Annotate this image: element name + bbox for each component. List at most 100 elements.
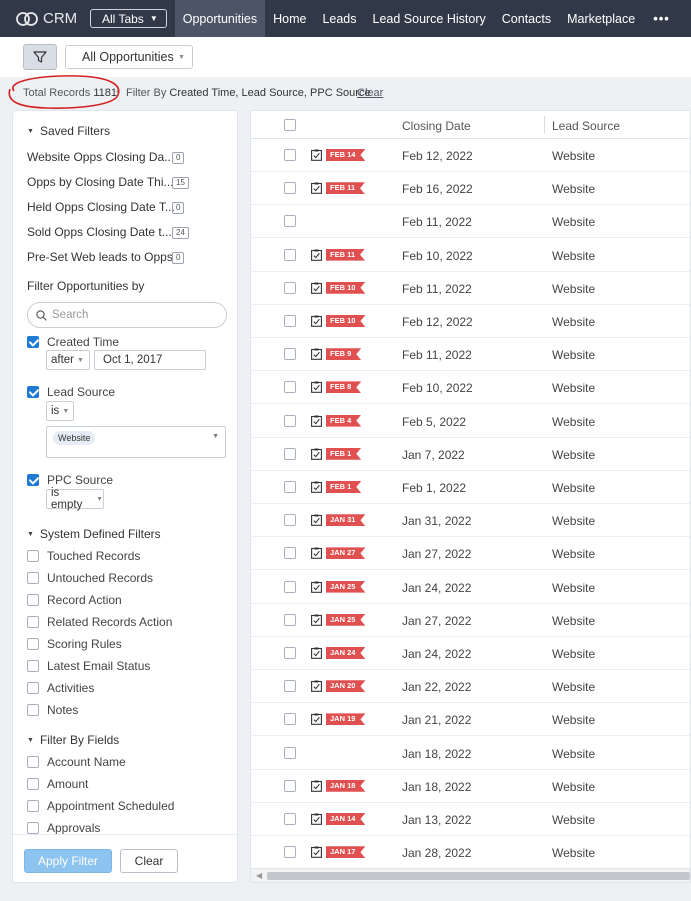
clear-button[interactable]: Clear xyxy=(120,849,178,873)
task-checklist-icon[interactable] xyxy=(311,680,322,693)
row-checkbox[interactable] xyxy=(284,149,296,161)
task-checklist-icon[interactable] xyxy=(311,249,322,261)
column-header-lead-source[interactable]: Lead Source xyxy=(552,119,620,133)
table-row[interactable]: FEB 11 Feb 10, 2022 Website xyxy=(251,239,690,272)
row-checkbox[interactable] xyxy=(284,846,296,859)
task-checklist-icon[interactable] xyxy=(311,514,322,527)
table-row[interactable]: FEB 10 Feb 11, 2022 Website xyxy=(251,272,690,305)
system-filter-checkbox[interactable] xyxy=(27,638,39,650)
field-filters-header[interactable]: ▼ Filter By Fields xyxy=(27,733,119,747)
column-header-closing-date[interactable]: Closing Date xyxy=(402,119,471,133)
task-checklist-icon[interactable] xyxy=(311,581,322,593)
row-checkbox[interactable] xyxy=(284,713,296,726)
system-filter-checkbox[interactable] xyxy=(27,594,39,606)
table-row[interactable]: FEB 10 Feb 12, 2022 Website xyxy=(251,305,690,338)
saved-filter-item[interactable]: Held Opps Closing Date T... xyxy=(27,200,175,214)
task-checklist-icon[interactable] xyxy=(311,713,322,726)
task-checklist-icon[interactable] xyxy=(311,547,322,560)
task-checklist-icon[interactable] xyxy=(311,182,322,195)
row-checkbox[interactable] xyxy=(284,580,296,593)
saved-filters-header[interactable]: ▼ Saved Filters xyxy=(27,124,110,138)
row-checkbox[interactable] xyxy=(284,746,296,759)
filter-sidebar-scroll[interactable]: ▼ Saved Filters Website Opps Closing Da.… xyxy=(13,111,237,834)
system-filter-checkbox[interactable] xyxy=(27,616,39,628)
more-tabs-icon[interactable]: ••• xyxy=(653,11,670,26)
system-filter-checkbox[interactable] xyxy=(27,572,39,584)
table-row[interactable]: Feb 11, 2022 Website xyxy=(251,205,690,239)
system-filter-checkbox[interactable] xyxy=(27,704,39,716)
row-checkbox[interactable] xyxy=(284,315,296,327)
task-checklist-icon[interactable] xyxy=(311,647,322,659)
row-checkbox[interactable] xyxy=(284,813,296,825)
row-checkbox[interactable] xyxy=(284,514,296,527)
created-time-operator[interactable]: after ▼ xyxy=(46,350,90,370)
search-input[interactable] xyxy=(52,309,212,321)
ppc-source-checkbox[interactable] xyxy=(27,474,39,486)
field-filter-checkbox[interactable] xyxy=(27,756,39,768)
task-checklist-icon[interactable] xyxy=(311,614,322,626)
saved-filter-item[interactable]: Sold Opps Closing Date t... xyxy=(27,225,172,239)
table-row[interactable]: FEB 14 Feb 12, 2022 Website xyxy=(251,139,690,172)
task-checklist-icon[interactable] xyxy=(311,780,322,792)
tab-lead-source-history[interactable]: Lead Source History xyxy=(365,0,494,37)
row-checkbox[interactable] xyxy=(284,613,296,626)
table-row[interactable]: FEB 1 Jan 7, 2022 Website xyxy=(251,438,690,471)
system-filter-checkbox[interactable] xyxy=(27,682,39,694)
view-select[interactable]: All Opportunities ▼ xyxy=(65,45,193,69)
lead-source-chip[interactable]: Website xyxy=(53,431,96,445)
table-row[interactable]: JAN 19 Jan 21, 2022 Website xyxy=(251,703,690,737)
row-checkbox[interactable] xyxy=(284,680,296,693)
table-row[interactable]: JAN 18 Jan 18, 2022 Website xyxy=(251,770,690,803)
row-checkbox[interactable] xyxy=(284,447,296,460)
table-row[interactable]: FEB 8 Feb 10, 2022 Website xyxy=(251,371,690,405)
ppc-source-operator[interactable]: is empty ▼ xyxy=(46,487,104,511)
tab-marketplace[interactable]: Marketplace xyxy=(559,0,643,37)
task-checklist-icon[interactable] xyxy=(311,315,322,327)
select-all-checkbox[interactable] xyxy=(284,119,296,131)
task-checklist-icon[interactable] xyxy=(311,846,322,859)
filter-toggle-button[interactable] xyxy=(23,44,57,70)
saved-filter-item[interactable]: Opps by Closing Date Thi... xyxy=(27,175,174,189)
table-row[interactable]: FEB 4 Feb 5, 2022 Website xyxy=(251,405,690,438)
saved-filter-item[interactable]: Pre-Set Web leads to Opps xyxy=(27,250,173,264)
task-checklist-icon[interactable] xyxy=(311,149,322,161)
task-checklist-icon[interactable] xyxy=(311,381,322,394)
table-row[interactable]: JAN 31 Jan 31, 2022 Website xyxy=(251,504,690,538)
tab-home[interactable]: Home xyxy=(265,0,314,37)
task-checklist-icon[interactable] xyxy=(311,813,322,825)
clear-filters-link[interactable]: Clear xyxy=(357,87,383,99)
row-checkbox[interactable] xyxy=(284,779,296,792)
table-row[interactable]: JAN 25 Jan 24, 2022 Website xyxy=(251,571,690,604)
task-checklist-icon[interactable] xyxy=(311,415,322,427)
lead-source-operator[interactable]: is ▼ xyxy=(46,401,74,421)
table-row[interactable]: JAN 27 Jan 27, 2022 Website xyxy=(251,537,690,571)
table-row[interactable]: JAN 20 Jan 22, 2022 Website xyxy=(251,670,690,704)
filter-search[interactable] xyxy=(27,302,227,328)
table-row[interactable]: FEB 11 Feb 16, 2022 Website xyxy=(251,172,690,206)
row-checkbox[interactable] xyxy=(284,547,296,560)
table-row[interactable]: FEB 1 Feb 1, 2022 Website xyxy=(251,471,690,504)
field-filter-checkbox[interactable] xyxy=(27,778,39,790)
column-divider[interactable] xyxy=(544,116,545,134)
saved-filter-item[interactable]: Website Opps Closing Da... xyxy=(27,150,174,164)
row-checkbox[interactable] xyxy=(284,348,296,361)
row-checkbox[interactable] xyxy=(284,414,296,427)
row-checkbox[interactable] xyxy=(284,647,296,659)
tab-opportunities[interactable]: Opportunities xyxy=(174,0,266,37)
task-checklist-icon[interactable] xyxy=(311,282,322,294)
created-time-date-input[interactable]: Oct 1, 2017 xyxy=(94,350,206,370)
task-checklist-icon[interactable] xyxy=(311,481,322,493)
table-row[interactable]: FEB 9 Feb 11, 2022 Website xyxy=(251,338,690,372)
table-row[interactable]: Jan 18, 2022 Website xyxy=(251,737,690,770)
apply-filter-button[interactable]: Apply Filter xyxy=(24,849,112,873)
lead-source-checkbox[interactable] xyxy=(27,386,39,398)
tab-leads[interactable]: Leads xyxy=(314,0,364,37)
table-row[interactable]: JAN 17 Jan 28, 2022 Website xyxy=(251,836,690,870)
brand[interactable]: CRM xyxy=(16,10,90,27)
task-checklist-icon[interactable] xyxy=(311,348,322,361)
table-row[interactable]: JAN 24 Jan 24, 2022 Website xyxy=(251,637,690,670)
row-checkbox[interactable] xyxy=(284,248,296,261)
row-checkbox[interactable] xyxy=(284,281,296,294)
system-filter-checkbox[interactable] xyxy=(27,550,39,562)
lead-source-multiselect[interactable]: Website ▼ xyxy=(46,426,226,458)
